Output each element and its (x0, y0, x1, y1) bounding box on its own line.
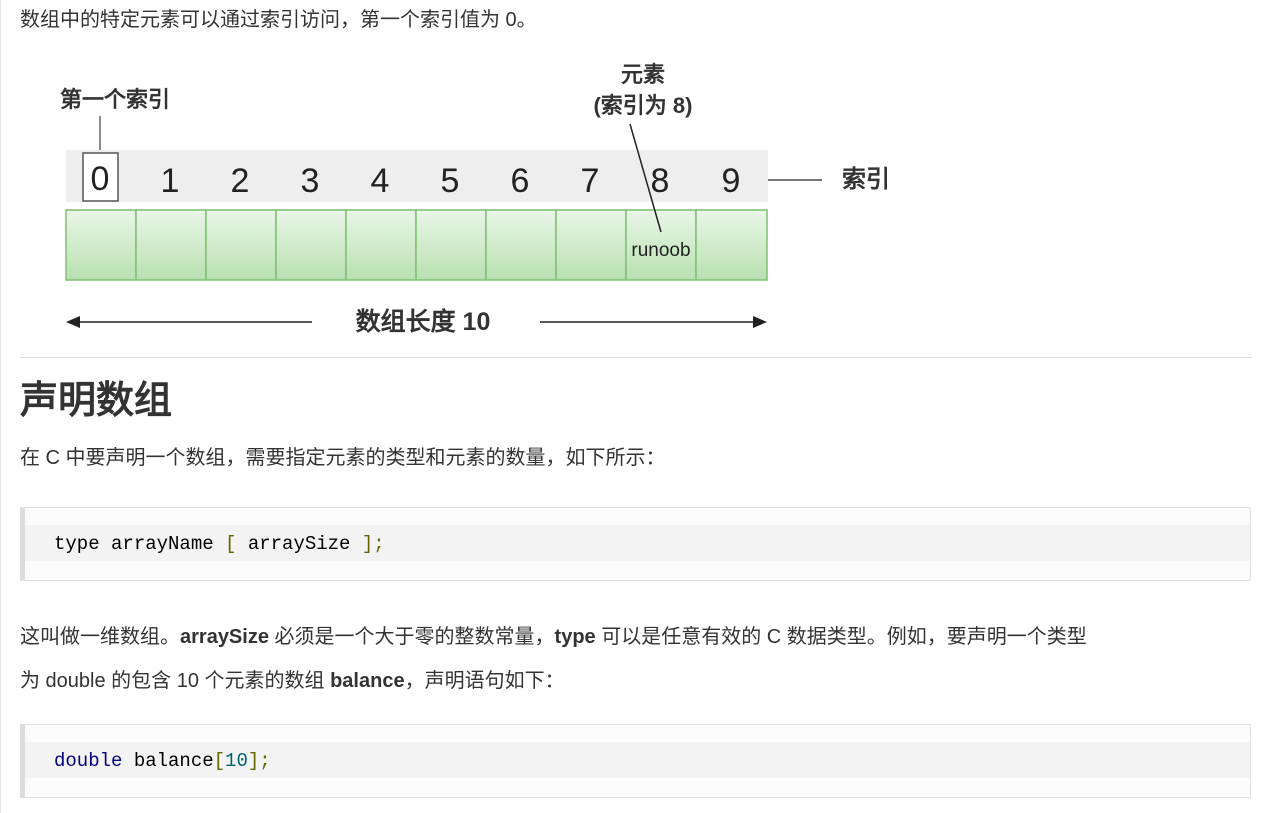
code-token: arraySize (236, 533, 362, 555)
text-run: ，声明语句如下： (404, 670, 565, 692)
code-token: balance (122, 750, 214, 772)
code-block-example: double balance[10]; (20, 724, 1251, 798)
section-title: 声明数组 (20, 380, 173, 422)
section-divider (20, 357, 1252, 358)
length-label: 数组长度 10 (356, 307, 491, 336)
index-number: 0 (91, 160, 110, 198)
index-number: 1 (161, 162, 180, 200)
array-cell (485, 209, 557, 281)
code-token: type arrayName (54, 533, 226, 555)
code-token: ]; (247, 750, 271, 772)
element-label-line1: 元素 (621, 62, 665, 87)
section-intro: 在 C 中要声明一个数组，需要指定元素的类型和元素的数量，如下所示： (20, 447, 666, 469)
index-number: 7 (581, 162, 600, 200)
code-number: 10 (225, 750, 248, 772)
explanation-paragraph: 这叫做一维数组。arraySize 必须是一个大于零的整数常量，type 可以是… (20, 615, 1252, 703)
index-label: 索引 (842, 166, 890, 193)
bold-term: arraySize (180, 626, 269, 648)
index-number: 5 (441, 162, 460, 200)
array-diagram: 第一个索引 元素 (索引为 8) 0 1 2 3 4 5 6 7 8 9 索引 … (60, 62, 890, 336)
code-block-declaration: type arrayName [ arraySize ]; (20, 507, 1251, 581)
text-run: 为 double 的包含 10 个元素的数组 (20, 670, 331, 692)
bold-term: balance (330, 670, 405, 692)
index-number: 9 (722, 162, 741, 200)
first-index-label: 第一个索引 (60, 87, 170, 112)
code-token: ]; (361, 533, 385, 555)
array-cell (275, 209, 347, 281)
element-value: runoob (631, 240, 690, 261)
index-number: 8 (651, 162, 670, 200)
element-label-line2: (索引为 8) (593, 93, 692, 118)
bold-term: type (554, 626, 596, 648)
index-number: 3 (301, 162, 320, 200)
arrowhead-left-icon (66, 316, 80, 328)
text-run: 这叫做一维数组。 (20, 626, 180, 648)
arrowhead-right-icon (753, 316, 767, 328)
index-number: 4 (371, 162, 390, 200)
text-run: 可以是任意有效的 C 数据类型。例如，要声明一个类型 (595, 626, 1087, 648)
array-cell (555, 209, 627, 281)
array-cell (205, 209, 277, 281)
code-token: [ (213, 750, 226, 772)
text-run: 必须是一个大于零的整数常量， (268, 626, 555, 648)
code-line: double balance[10]; (54, 749, 271, 773)
code-keyword: double (54, 750, 123, 772)
index-number: 2 (231, 162, 250, 200)
array-cell (415, 209, 487, 281)
array-cell (695, 209, 768, 281)
code-line: type arrayName [ arraySize ]; (54, 532, 385, 556)
array-cell (345, 209, 417, 281)
code-token: [ (225, 533, 237, 555)
array-cell (65, 209, 137, 281)
index-number: 6 (511, 162, 530, 200)
array-cell (135, 209, 207, 281)
